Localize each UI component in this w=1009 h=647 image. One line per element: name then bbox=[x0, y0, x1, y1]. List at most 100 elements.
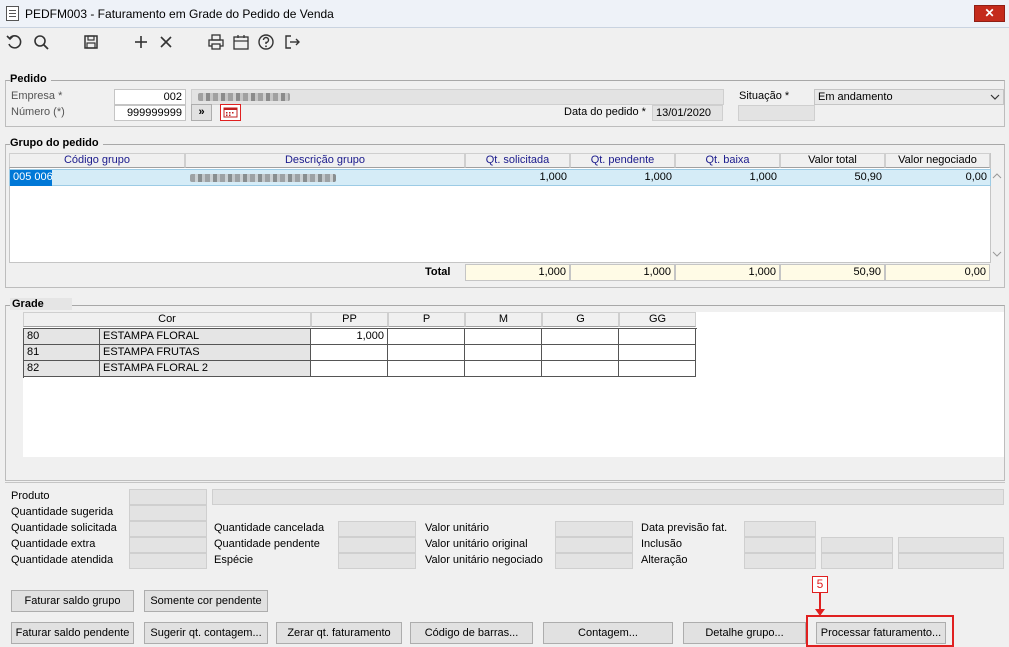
grade-group-label: Grade bbox=[10, 298, 72, 310]
grade-cell[interactable] bbox=[542, 361, 619, 377]
next-record-button[interactable]: » bbox=[191, 104, 212, 121]
grade-row-code: 80 bbox=[24, 329, 100, 345]
empresa-name-field bbox=[191, 89, 724, 105]
total-valor-negociado: 0,00 bbox=[885, 264, 990, 281]
data-previsao-label: Data previsão fat. bbox=[641, 522, 728, 534]
grade-row-name: ESTAMPA FLORAL 2 bbox=[100, 361, 311, 377]
data-pedido-label: Data do pedido * bbox=[564, 106, 646, 118]
inclusao-label: Inclusão bbox=[641, 538, 682, 550]
print-icon[interactable] bbox=[205, 33, 227, 55]
grade-cell[interactable] bbox=[311, 345, 388, 361]
total-qt-solicitada: 1,000 bbox=[465, 264, 570, 281]
qtd-pendente-label: Quantidade pendente bbox=[214, 538, 320, 550]
data-previsao-field bbox=[744, 521, 816, 537]
valor-unitario-original-field bbox=[555, 537, 633, 553]
grade-cell[interactable] bbox=[465, 329, 542, 345]
qtd-extra-field bbox=[129, 537, 207, 553]
valor-unitario-field bbox=[555, 521, 633, 537]
grade-cell[interactable] bbox=[388, 329, 465, 345]
col-size-gg: GG bbox=[619, 312, 696, 327]
especie-field bbox=[338, 553, 416, 569]
qtd-cancelada-field bbox=[338, 521, 416, 537]
col-valor-total[interactable]: Valor total bbox=[780, 153, 885, 168]
detalhe-grupo-button[interactable]: Detalhe grupo... bbox=[683, 622, 806, 644]
col-descricao-grupo[interactable]: Descrição grupo bbox=[185, 153, 465, 168]
grade-cell[interactable] bbox=[388, 345, 465, 361]
produto-code-field bbox=[129, 489, 207, 505]
col-size-g: G bbox=[542, 312, 619, 327]
row-qt-solicitada: 1,000 bbox=[539, 171, 567, 183]
scroll-up-icon[interactable] bbox=[990, 172, 1004, 182]
inclusao-user-field bbox=[898, 537, 1004, 553]
grade-row-name: ESTAMPA FLORAL bbox=[100, 329, 311, 345]
col-valor-negociado[interactable]: Valor negociado bbox=[885, 153, 990, 168]
scroll-down-icon[interactable] bbox=[990, 250, 1004, 260]
grade-cell[interactable] bbox=[542, 345, 619, 361]
help-icon[interactable] bbox=[255, 33, 277, 55]
total-qt-pendente: 1,000 bbox=[570, 264, 675, 281]
situacao-select[interactable]: Em andamento bbox=[814, 89, 1004, 105]
row-codigo[interactable]: 005 006 bbox=[10, 170, 52, 186]
save-icon[interactable] bbox=[80, 33, 102, 55]
valor-unitario-original-label: Valor unitário original bbox=[425, 538, 528, 550]
grade-cell[interactable] bbox=[465, 361, 542, 377]
col-qt-solicitada[interactable]: Qt. solicitada bbox=[465, 153, 570, 168]
window-title: PEDFM003 - Faturamento em Grade do Pedid… bbox=[25, 7, 334, 21]
grade-cell[interactable] bbox=[465, 345, 542, 361]
alteracao-label: Alteração bbox=[641, 554, 688, 566]
valor-unitario-negociado-field bbox=[555, 553, 633, 569]
exit-icon[interactable] bbox=[281, 33, 303, 55]
grade-cell[interactable] bbox=[619, 361, 696, 377]
valor-unitario-negociado-label: Valor unitário negociado bbox=[425, 554, 543, 566]
grade-cell[interactable] bbox=[619, 329, 696, 345]
pedido-group-label: Pedido bbox=[10, 73, 51, 85]
highlight-box bbox=[806, 615, 954, 647]
step-badge: 5 bbox=[812, 576, 828, 593]
faturar-saldo-pendente-button[interactable]: Faturar saldo pendente bbox=[11, 622, 134, 644]
close-button[interactable]: ✕ bbox=[974, 5, 1005, 22]
row-descricao bbox=[188, 170, 464, 185]
somente-cor-pendente-button[interactable]: Somente cor pendente bbox=[144, 590, 268, 612]
qtd-solicitada-label: Quantidade solicitada bbox=[11, 522, 117, 534]
chevron-down-icon bbox=[990, 90, 1000, 104]
sugerir-qt-contagem-button[interactable]: Sugerir qt. contagem... bbox=[144, 622, 268, 644]
data-pedido-field: 13/01/2020 bbox=[652, 105, 723, 121]
calendar-icon[interactable] bbox=[230, 33, 252, 55]
grade-cell[interactable] bbox=[619, 345, 696, 361]
alteracao-date-field bbox=[744, 553, 816, 569]
grade-cell[interactable] bbox=[388, 361, 465, 377]
grade-cell[interactable] bbox=[311, 361, 388, 377]
alteracao-user-field bbox=[898, 553, 1004, 569]
total-label: Total bbox=[425, 266, 451, 278]
calendar-picker-icon[interactable] bbox=[220, 104, 241, 121]
empresa-field[interactable]: 002 bbox=[114, 89, 186, 105]
document-icon bbox=[6, 6, 19, 21]
inclusao-time-field bbox=[821, 537, 893, 553]
grade-row-code: 81 bbox=[24, 345, 100, 361]
inclusao-date-field bbox=[744, 537, 816, 553]
row-qt-pendente: 1,000 bbox=[644, 171, 672, 183]
undo-icon[interactable] bbox=[4, 33, 26, 55]
codigo-barras-button[interactable]: Código de barras... bbox=[410, 622, 533, 644]
col-qt-baixa[interactable]: Qt. baixa bbox=[675, 153, 780, 168]
contagem-button[interactable]: Contagem... bbox=[543, 622, 673, 644]
grade-cell[interactable]: 1,000 bbox=[311, 329, 388, 345]
faturar-saldo-grupo-button[interactable]: Faturar saldo grupo bbox=[11, 590, 134, 612]
grade-cell[interactable] bbox=[542, 329, 619, 345]
col-qt-pendente[interactable]: Qt. pendente bbox=[570, 153, 675, 168]
col-codigo-grupo[interactable]: Código grupo bbox=[9, 153, 185, 168]
search-icon[interactable] bbox=[30, 33, 52, 55]
situacao-label: Situação * bbox=[739, 90, 790, 102]
empresa-label: Empresa * bbox=[11, 90, 63, 102]
situacao-extra-field bbox=[738, 105, 815, 121]
step-arrow-head-icon bbox=[815, 609, 825, 616]
qtd-atendida-label: Quantidade atendida bbox=[11, 554, 114, 566]
alteracao-time-field bbox=[821, 553, 893, 569]
valor-unitario-label: Valor unitário bbox=[425, 522, 489, 534]
zerar-qt-faturamento-button[interactable]: Zerar qt. faturamento bbox=[276, 622, 402, 644]
add-icon[interactable] bbox=[130, 33, 152, 55]
numero-field[interactable]: 999999999 bbox=[114, 105, 186, 121]
col-size-p: P bbox=[388, 312, 465, 327]
grade-row-code: 82 bbox=[24, 361, 100, 377]
delete-icon[interactable] bbox=[155, 33, 177, 55]
